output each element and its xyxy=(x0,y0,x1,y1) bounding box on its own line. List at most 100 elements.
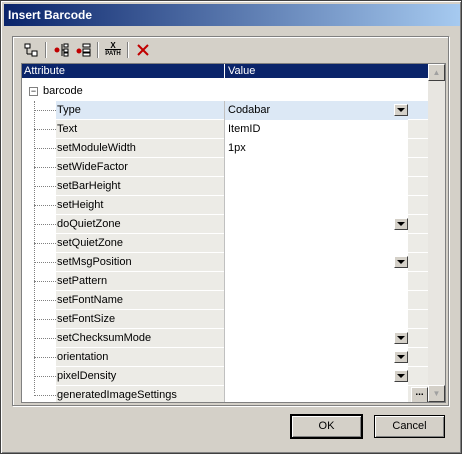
tree-connector xyxy=(34,281,56,282)
attribute-row[interactable]: doQuietZone xyxy=(22,215,428,234)
row-end-cell xyxy=(408,253,428,272)
cancel-button[interactable]: Cancel xyxy=(374,415,445,438)
attribute-row[interactable]: setWideFactor xyxy=(22,158,428,177)
toolbar-separator xyxy=(127,42,129,58)
column-header-attribute[interactable]: Attribute xyxy=(24,64,65,78)
dropdown-arrow-icon[interactable] xyxy=(394,256,408,268)
attribute-value-field[interactable]: 1px xyxy=(224,139,408,158)
attribute-value-field[interactable] xyxy=(224,310,408,329)
row-end-cell xyxy=(408,120,428,139)
attribute-row[interactable]: setChecksumMode xyxy=(22,329,428,348)
attribute-name[interactable]: Text xyxy=(56,120,224,139)
attribute-name[interactable]: setHeight xyxy=(56,196,224,215)
attribute-row[interactable]: Type Codabar xyxy=(22,101,428,120)
dropdown-arrow-icon[interactable] xyxy=(394,332,408,344)
vertical-scrollbar[interactable]: ▲ ▼ xyxy=(428,64,445,402)
toolbar-separator xyxy=(45,42,47,58)
attribute-value-field[interactable] xyxy=(224,234,408,253)
tree-connector xyxy=(34,319,56,320)
attribute-row[interactable]: setFontSize xyxy=(22,310,428,329)
column-divider[interactable] xyxy=(224,64,225,78)
scroll-up-button[interactable]: ▲ xyxy=(428,64,445,81)
attribute-name[interactable]: setMsgPosition xyxy=(56,253,224,272)
attribute-name[interactable]: Type xyxy=(56,101,224,120)
attribute-name[interactable]: setChecksumMode xyxy=(56,329,224,348)
row-end-cell xyxy=(408,291,428,310)
attribute-name[interactable]: orientation xyxy=(56,348,224,367)
row-end-cell xyxy=(408,196,428,215)
tree-connector xyxy=(34,357,56,358)
attribute-name[interactable]: setFontName xyxy=(56,291,224,310)
attribute-row[interactable]: setFontName xyxy=(22,291,428,310)
tree-connector xyxy=(34,262,56,263)
attribute-value-field[interactable] xyxy=(224,177,408,196)
attribute-name[interactable]: setQuietZone xyxy=(56,234,224,253)
attribute-name[interactable]: setFontSize xyxy=(56,310,224,329)
row-end-cell xyxy=(408,348,428,367)
attribute-row[interactable]: pixelDensity xyxy=(22,367,428,386)
attribute-value-field[interactable] xyxy=(224,348,408,367)
xpath-button[interactable]: X PATH xyxy=(103,40,123,60)
attribute-grid: Attribute Value − barcode Type Codabar Tex… xyxy=(21,63,446,403)
dialog-title: Insert Barcode xyxy=(4,4,460,26)
attribute-row[interactable]: setHeight xyxy=(22,196,428,215)
collapse-icon[interactable]: − xyxy=(29,87,38,96)
insert-child-button[interactable] xyxy=(51,40,71,60)
dropdown-arrow-icon[interactable] xyxy=(394,351,408,363)
attribute-value-field[interactable] xyxy=(224,215,408,234)
attribute-value-field[interactable] xyxy=(224,253,408,272)
attribute-value-field[interactable]: Codabar xyxy=(224,101,408,120)
attribute-value-field[interactable] xyxy=(224,386,408,402)
attribute-row[interactable]: setPattern xyxy=(22,272,428,291)
attribute-value-field[interactable]: ItemID xyxy=(224,120,408,139)
grid-header: Attribute Value xyxy=(22,64,428,78)
delete-button[interactable] xyxy=(133,40,153,60)
dropdown-arrow-icon[interactable] xyxy=(394,370,408,382)
insert-row-button[interactable] xyxy=(73,40,93,60)
arrow-up-icon: ▲ xyxy=(432,68,441,77)
row-end-cell xyxy=(408,215,428,234)
attribute-name[interactable]: generatedImageSettings xyxy=(56,386,224,402)
attribute-value: Codabar xyxy=(228,104,271,116)
attribute-row[interactable]: generatedImageSettings... xyxy=(22,386,428,402)
attribute-row[interactable]: Text ItemID xyxy=(22,120,428,139)
tree-connector xyxy=(34,338,56,339)
row-end-cell xyxy=(408,234,428,253)
attribute-name[interactable]: setWideFactor xyxy=(56,158,224,177)
scroll-down-button[interactable]: ▼ xyxy=(428,385,445,402)
attribute-row[interactable]: setModuleWidth 1px xyxy=(22,139,428,158)
attribute-value-field[interactable] xyxy=(224,291,408,310)
attribute-value-field[interactable] xyxy=(224,272,408,291)
attribute-row[interactable]: setBarHeight xyxy=(22,177,428,196)
attribute-value-field[interactable] xyxy=(224,329,408,348)
tree-connector xyxy=(34,110,56,111)
attribute-name[interactable]: setPattern xyxy=(56,272,224,291)
toolbar-separator xyxy=(97,42,99,58)
attribute-name[interactable]: pixelDensity xyxy=(56,367,224,386)
attribute-row[interactable]: orientation xyxy=(22,348,428,367)
column-header-value[interactable]: Value xyxy=(228,64,255,78)
attribute-name[interactable]: setBarHeight xyxy=(56,177,224,196)
attribute-row[interactable]: setMsgPosition xyxy=(22,253,428,272)
attribute-value-field[interactable] xyxy=(224,367,408,386)
append-attribute-button[interactable] xyxy=(21,40,41,60)
row-end-cell xyxy=(408,158,428,177)
ok-button[interactable]: OK xyxy=(290,414,363,439)
tree-connector xyxy=(34,224,56,225)
attribute-value-field[interactable] xyxy=(224,158,408,177)
browse-button[interactable]: ... xyxy=(411,387,428,402)
tree-root-label: barcode xyxy=(43,85,83,97)
append-attribute-icon xyxy=(24,43,38,57)
tree-connector xyxy=(34,376,56,377)
dropdown-arrow-icon[interactable] xyxy=(394,218,408,230)
tree-connector xyxy=(34,186,56,187)
attribute-name[interactable]: doQuietZone xyxy=(56,215,224,234)
row-end-cell xyxy=(408,177,428,196)
tree-root-row[interactable]: − barcode xyxy=(22,82,428,101)
dropdown-arrow-icon[interactable] xyxy=(394,104,408,116)
attribute-value: ItemID xyxy=(228,123,261,135)
tree-connector xyxy=(34,129,56,130)
attribute-row[interactable]: setQuietZone xyxy=(22,234,428,253)
attribute-value-field[interactable] xyxy=(224,196,408,215)
attribute-name[interactable]: setModuleWidth xyxy=(56,139,224,158)
